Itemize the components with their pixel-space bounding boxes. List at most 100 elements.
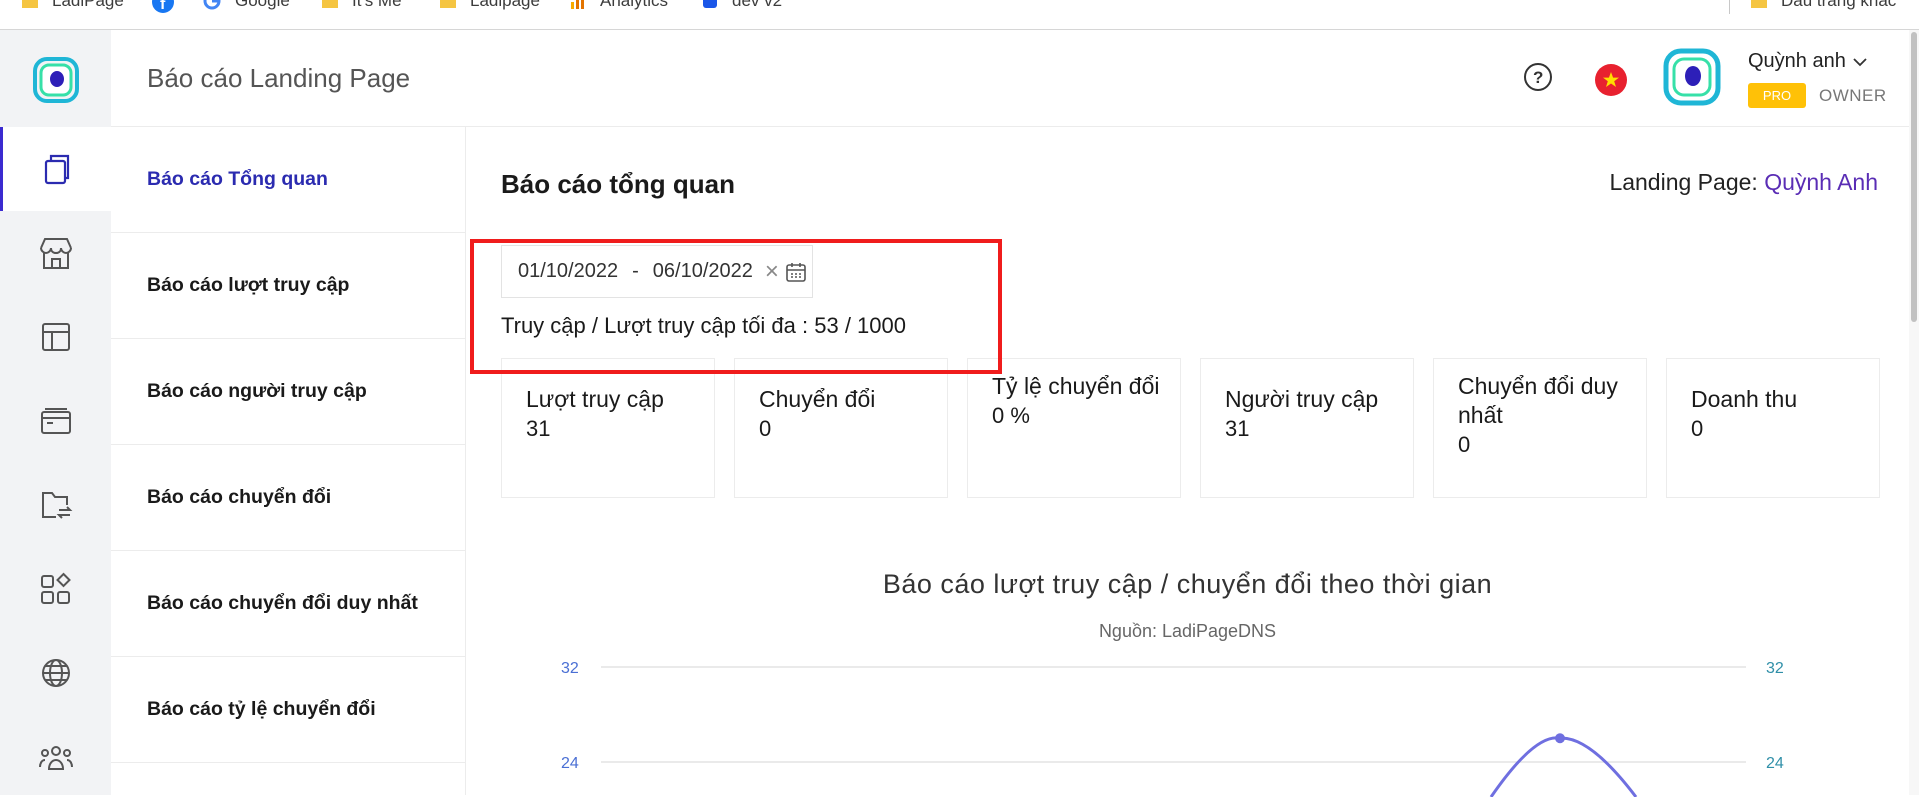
bookmark-analytics[interactable]: Analytics <box>570 0 668 11</box>
date-from: 01/10/2022 <box>518 260 619 282</box>
vietnam-flag-icon <box>1602 71 1620 89</box>
page-title: Báo cáo Landing Page <box>147 63 411 93</box>
y-tick-left: 32 <box>561 660 579 677</box>
bookmark-dev-v2[interactable]: dev v2 <box>702 0 782 11</box>
help-icon: ? <box>1523 62 1553 92</box>
chevron-down-icon <box>1852 57 1868 67</box>
stat-value: 0 <box>759 416 772 441</box>
layout-icon <box>40 321 72 353</box>
submenu-item-visitors[interactable]: Báo cáo người truy cập <box>111 339 465 445</box>
chart-svg: 32 24 32 24 <box>561 660 1784 797</box>
help-button[interactable]: ? <box>1523 62 1553 92</box>
stat-card-unique-conversions: Chuyển đổi duy nhất 0 <box>1433 358 1647 498</box>
chart-subtitle: Nguồn: LadiPageDNS <box>1098 621 1277 641</box>
visit-quota: Truy cập / Lượt truy cập tối đa : 53 / 1… <box>501 313 906 338</box>
folder-icon <box>440 0 456 8</box>
y-tick-right: 24 <box>1766 755 1784 772</box>
visits-conversions-chart: 32 24 32 24 <box>546 657 1836 797</box>
folder-icon <box>1751 0 1767 8</box>
landing-page-label: Landing Page: <box>1609 169 1758 195</box>
language-flag[interactable] <box>1595 64 1627 96</box>
submenu-item-overview[interactable]: Báo cáo Tổng quan <box>111 127 465 233</box>
date-to: 06/10/2022 <box>652 260 753 282</box>
document-icon <box>40 152 74 186</box>
date-separator: - <box>632 260 639 282</box>
folder-icon <box>22 0 38 8</box>
bookmark-ladipage[interactable]: LadiPage <box>22 0 124 11</box>
pro-badge: PRO <box>1748 83 1806 108</box>
rail-item-domains[interactable] <box>0 631 111 715</box>
icon-rail <box>0 30 111 795</box>
stat-label: Chuyển đổi duy nhất <box>1458 373 1618 428</box>
clear-icon[interactable]: × <box>765 258 779 286</box>
rail-item-apps[interactable] <box>0 547 111 631</box>
folder-transfer-icon <box>39 489 73 521</box>
avatar-logo-icon <box>1663 48 1721 106</box>
stat-label: Chuyển đổi <box>759 386 876 412</box>
bookmark-google[interactable]: Google <box>203 0 290 11</box>
rail-item-layout[interactable] <box>0 295 111 379</box>
stat-card-visits: Lượt truy cập 31 <box>501 358 715 498</box>
submenu-item-unique-conversions[interactable]: Báo cáo chuyển đổi duy nhất <box>111 551 465 657</box>
submenu-item-conversion-rate[interactable]: Báo cáo tỷ lệ chuyển đổi <box>111 657 465 763</box>
stat-card-revenue: Doanh thu 0 <box>1666 358 1880 498</box>
rail-item-users[interactable] <box>0 715 111 799</box>
stat-card-conversion-rate: Tỷ lệ chuyển đổi 0 % <box>967 358 1181 498</box>
stat-card-conversions: Chuyển đổi 0 <box>734 358 948 498</box>
bookmark-facebook[interactable]: f <box>152 0 174 13</box>
section-title: Báo cáo tổng quan <box>501 169 735 199</box>
calendar-icon[interactable] <box>785 261 807 283</box>
submenu-item-visits[interactable]: Báo cáo lượt truy cập <box>111 233 465 339</box>
top-header: Báo cáo Landing Page ? Quỳnh anh PRO OWN… <box>111 30 1919 127</box>
store-icon <box>38 236 74 270</box>
scrollbar[interactable] <box>1909 30 1919 795</box>
stat-value: 0 <box>1458 432 1471 457</box>
facebook-icon: f <box>152 0 174 13</box>
folder-icon <box>322 0 338 8</box>
data-point[interactable] <box>1555 733 1565 744</box>
stat-value: 31 <box>1225 416 1250 441</box>
stat-value: 0 <box>1691 416 1704 441</box>
rail-item-files[interactable] <box>0 463 111 547</box>
bookmark-its-me[interactable]: It's Me <box>322 0 402 11</box>
submenu-item-conversions[interactable]: Báo cáo chuyển đổi <box>111 445 465 551</box>
browser-icon <box>39 406 73 436</box>
y-tick-left: 24 <box>561 755 579 772</box>
landing-page-name[interactable]: Quỳnh Anh <box>1764 169 1878 195</box>
google-icon <box>203 0 221 10</box>
series-line <box>1489 736 1638 797</box>
date-range-picker[interactable]: 01/10/2022 - 06/10/2022 × <box>501 245 813 298</box>
stat-label: Doanh thu <box>1691 386 1798 412</box>
stat-label: Lượt truy cập <box>526 386 664 412</box>
rail-item-store[interactable] <box>0 211 111 295</box>
stat-label: Người truy cập <box>1225 386 1379 412</box>
stat-value: 0 % <box>992 403 1030 428</box>
stat-value: 31 <box>526 416 551 441</box>
bookmark-separator <box>1729 0 1730 14</box>
user-role: OWNER <box>1819 86 1887 105</box>
app-icon <box>702 0 718 9</box>
avatar[interactable] <box>1662 47 1722 107</box>
report-submenu: Báo cáo Tổng quan Báo cáo lượt truy cập … <box>111 127 466 795</box>
main-content: Báo cáo tổng quan Landing Page: Quỳnh An… <box>466 127 1909 797</box>
stat-card-visitors: Người truy cập 31 <box>1200 358 1414 498</box>
bookmark-ladipage-2[interactable]: Ladipage <box>440 0 540 11</box>
user-menu[interactable]: Quỳnh anh <box>1748 50 1868 73</box>
scrollbar-thumb[interactable] <box>1911 32 1917 322</box>
logo-icon <box>33 57 79 103</box>
svg-text:f: f <box>160 0 166 13</box>
svg-text:?: ? <box>1533 68 1543 87</box>
app-logo[interactable] <box>31 55 81 105</box>
bookmark-other[interactable]: Dấu trang khác <box>1751 0 1896 11</box>
y-tick-right: 32 <box>1766 660 1784 677</box>
bookmarks-bar: LadiPage f Google It's Me Ladipage Analy… <box>0 0 1919 30</box>
globe-icon <box>40 657 72 689</box>
chart-title: Báo cáo lượt truy cập / chuyển đổi theo … <box>882 569 1493 599</box>
stat-label: Tỷ lệ chuyển đổi <box>992 373 1160 399</box>
landing-page-info: Landing Page: Quỳnh Anh <box>1609 169 1878 196</box>
rail-item-browser[interactable] <box>0 379 111 463</box>
rail-item-reports[interactable] <box>0 127 111 211</box>
users-icon <box>38 741 74 773</box>
analytics-icon <box>570 0 586 9</box>
apps-icon <box>39 572 73 606</box>
